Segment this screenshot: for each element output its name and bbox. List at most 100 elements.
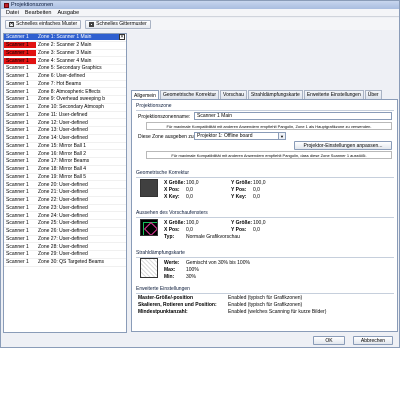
- zone-list-item[interactable]: Scanner 1 Zone 8: Atmospheric Effects: [4, 88, 126, 96]
- zone-list-item[interactable]: Scanner 1 Zone 20: User-defined: [4, 181, 126, 189]
- simple-pattern-button[interactable]: Schnelles einfaches Muster: [5, 19, 82, 29]
- zone-name-cell: Zone 21: User-defined: [38, 189, 88, 196]
- zone-scanner-cell: Scanner 1: [6, 212, 29, 219]
- zone-list-item[interactable]: Scanner 1 Zone 4: Scanner 4 Main: [4, 57, 126, 65]
- zone-list-item[interactable]: Scanner 1 Zone 7: Hot Beams: [4, 81, 126, 89]
- zone-list-item[interactable]: Scanner 1 Zone 9: Overhead sweeping b: [4, 96, 126, 104]
- preview-appearance-title: Aussehen des Vorschaufensters: [136, 210, 394, 218]
- zone-list-item[interactable]: Scanner 1 Zone 28: User-defined: [4, 243, 126, 251]
- geometric-correction-section: Geometrische Korrektur X Größe: 100,0 Y …: [136, 170, 394, 204]
- grid-pattern-label: Schnelles Gittermuster: [96, 21, 147, 27]
- zone-name-cell: Zone 2: Scanner 2 Main: [38, 42, 92, 49]
- zone-list-item[interactable]: Scanner 1 Zone 25: User-defined: [4, 220, 126, 228]
- beam-min-label: Min:: [164, 274, 175, 280]
- output-label: Diese Zone ausgeben zu:: [138, 134, 195, 140]
- zone-name-cell: Zone 1: Scanner 1 Main: [36, 34, 119, 41]
- grid-pattern-button[interactable]: Schnelles Gittermuster: [85, 19, 151, 29]
- output-select[interactable]: Projektor 1: Offline board ▼: [194, 132, 286, 140]
- beam-max-label: Max:: [164, 267, 176, 273]
- menu-datei[interactable]: Datei: [6, 10, 19, 16]
- zone-list-item[interactable]: Scanner 1 Zone 19: Mirror Ball 5: [4, 174, 126, 182]
- zone-name-label: Projektionszonenname:: [138, 114, 191, 120]
- cross-pattern-icon: [9, 21, 14, 27]
- zone-scanner-cell: Scanner 1: [6, 204, 29, 211]
- zone-name-cell: Zone 11: User-defined: [38, 111, 88, 118]
- zone-name-cell: Zone 17: Mirror Beams: [38, 158, 90, 165]
- zone-list-item[interactable]: Scanner 1 Zone 27: User-defined: [4, 236, 126, 244]
- geo-y-size-label: Y Größe:: [231, 180, 253, 186]
- tab-geometric-correction[interactable]: Geometrische Korrektur: [159, 90, 220, 99]
- tab-about[interactable]: Über: [364, 90, 382, 99]
- zone-name-cell: Zone 18: Mirror Ball 4: [38, 166, 87, 173]
- zone-list-item[interactable]: Scanner 1 Zone 24: User-defined: [4, 212, 126, 220]
- prev-x-pos-value: 0,0: [186, 227, 193, 233]
- zone-name-cell: Zone 28: User-defined: [38, 243, 88, 250]
- zone-name-cell: Zone 30: QS Targeted Beams: [38, 259, 105, 266]
- zone-name-cell: Zone 4: Scanner 4 Main: [38, 57, 92, 64]
- zone-list-item[interactable]: Scanner 1 Zone 18: Mirror Ball 4: [4, 166, 126, 174]
- zone-list[interactable]: Scanner 1 Zone 1: Scanner 1 Main ✕ Scanner …: [3, 33, 127, 333]
- zone-list-item[interactable]: Scanner 1 Zone 17: Mirror Beams: [4, 158, 126, 166]
- geo-y-key-label: Y Key:: [231, 194, 247, 200]
- zone-list-item[interactable]: Scanner 1 Zone 14: User-defined: [4, 135, 126, 143]
- zone-scanner-cell: Scanner 1: [6, 220, 29, 227]
- zone-scanner-cell: Scanner 1: [6, 65, 29, 72]
- zone-name-cell: Zone 7: Hot Beams: [38, 80, 82, 87]
- zone-scanner-cell: Scanner 1: [6, 119, 29, 126]
- zone-scanner-cell: Scanner 1: [6, 251, 29, 258]
- zone-scanner-cell: Scanner 1: [4, 49, 36, 56]
- zone-name-cell: Zone 23: User-defined: [38, 204, 88, 211]
- cancel-button[interactable]: Abbrechen: [353, 336, 393, 345]
- zone-name-cell: Zone 24: User-defined: [38, 212, 88, 219]
- zone-list-item[interactable]: Scanner 1 Zone 13: User-defined: [4, 127, 126, 135]
- projector-settings-button[interactable]: Projektor-Einstellungen anpassen...: [294, 141, 392, 150]
- geo-y-key-value: 0,0: [253, 194, 260, 200]
- zone-list-item[interactable]: Scanner 1 Zone 12: User-defined: [4, 119, 126, 127]
- zone-name-cell: Zone 3: Scanner 3 Main: [38, 49, 92, 56]
- zone-name-cell: Zone 19: Mirror Ball 5: [38, 173, 87, 180]
- zone-list-item[interactable]: Scanner 1 Zone 1: Scanner 1 Main ✕: [4, 34, 126, 42]
- zone-list-item[interactable]: Scanner 1 Zone 16: Mirror Ball 2: [4, 150, 126, 158]
- zone-list-item[interactable]: Scanner 1 Zone 3: Scanner 3 Main: [4, 49, 126, 58]
- projection-zones-window: Projektionszonen Datei Bearbeiten Ausgab…: [0, 0, 400, 348]
- zone-list-item[interactable]: Scanner 1 Zone 11: User-defined: [4, 112, 126, 120]
- zone-name-cell: Zone 27: User-defined: [38, 235, 88, 242]
- beam-max-value: 100%: [186, 267, 199, 273]
- master-value: Enabled (typisch für Grafikzonen): [228, 295, 303, 301]
- menu-ausgabe[interactable]: Ausgabe: [57, 10, 79, 16]
- zone-list-item[interactable]: Scanner 1 Zone 21: User-defined: [4, 189, 126, 197]
- zone-name-cell: Zone 14: User-defined: [38, 135, 88, 142]
- zone-list-item[interactable]: Scanner 1 Zone 29: User-defined: [4, 251, 126, 259]
- prev-x-size-label: X Größe:: [164, 220, 186, 226]
- geo-x-key-value: 0,0: [186, 194, 193, 200]
- zone-name-cell: Zone 22: User-defined: [38, 197, 88, 204]
- menu-bearbeiten[interactable]: Bearbeiten: [25, 10, 52, 16]
- zone-scanner-cell: Scanner 1: [6, 243, 29, 250]
- projection-zone-section: Projektionszone Projektionszonenname: Sc…: [136, 103, 394, 159]
- tab-beam-attenuation[interactable]: Strahldämpfungskarte: [247, 90, 303, 99]
- zone-list-item[interactable]: Scanner 1 Zone 23: User-defined: [4, 205, 126, 213]
- geo-x-size-label: X Größe:: [164, 180, 186, 186]
- zone-list-item[interactable]: Scanner 1 Zone 30: QS Targeted Beams: [4, 259, 126, 267]
- zone-name-input[interactable]: Scanner 1 Main: [194, 112, 392, 120]
- min-points-label: Mindestpunktanzahl:: [138, 309, 188, 315]
- zone-scanner-cell: Scanner 1: [6, 142, 29, 149]
- zone-list-item[interactable]: Scanner 1 Zone 2: Scanner 2 Main: [4, 42, 126, 50]
- min-points-value: Enabled (welches Scanning für kurze Bild…: [228, 309, 327, 315]
- zone-list-item[interactable]: Scanner 1 Zone 5: Secondary Graphics: [4, 65, 126, 73]
- prev-y-size-value: 100,0: [253, 220, 266, 226]
- zone-list-item[interactable]: Scanner 1 Zone 15: Mirror Ball 1: [4, 143, 126, 151]
- zone-scanner-cell: Scanner 1: [6, 96, 29, 103]
- zone-list-item[interactable]: Scanner 1 Zone 6: User-defined: [4, 73, 126, 81]
- tab-advanced-settings[interactable]: Erweiterte Einstellungen: [303, 90, 364, 99]
- ok-button[interactable]: OK: [313, 336, 345, 345]
- geo-y-pos-label: Y Pos:: [231, 187, 247, 193]
- zone-name-cell: Zone 12: User-defined: [38, 119, 88, 126]
- attenuation-map-preview: [140, 258, 158, 278]
- zone-test-pattern-icon[interactable]: ✕: [119, 34, 125, 41]
- geometric-correction-title: Geometrische Korrektur: [136, 170, 394, 178]
- zone-list-item[interactable]: Scanner 1 Zone 10: Secondary Atmosph: [4, 104, 126, 112]
- zone-list-item[interactable]: Scanner 1 Zone 22: User-defined: [4, 197, 126, 205]
- zone-list-item[interactable]: Scanner 1 Zone 26: User-defined: [4, 228, 126, 236]
- tab-preview[interactable]: Vorschau: [220, 90, 247, 99]
